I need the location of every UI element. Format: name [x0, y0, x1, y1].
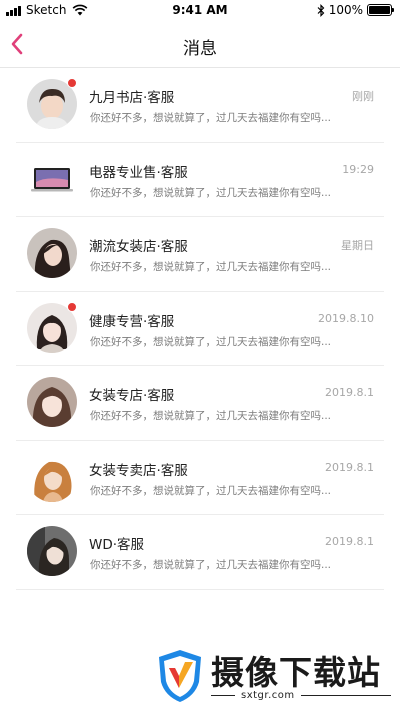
- nav-bar: 消息: [0, 22, 400, 68]
- page-title: 消息: [183, 39, 217, 59]
- contact-name: 女装专卖店·客服: [89, 462, 188, 479]
- battery-percent: 100%: [328, 3, 363, 17]
- contact-name: 女装专店·客服: [89, 388, 175, 404]
- contact-name: 电器专业售·客服: [89, 164, 188, 181]
- message-time: 2019.8.1: [325, 460, 374, 474]
- contact-name: 九月书店·客服: [89, 90, 175, 106]
- list-item[interactable]: WD·客服 2019.8.1 你还好不多，想说就算了，过几天去福建你有空吗...: [16, 515, 384, 590]
- message-time: 刚刚: [352, 90, 374, 103]
- avatar: [27, 228, 77, 278]
- avatar: [27, 377, 77, 427]
- list-item[interactable]: 女装专卖店·客服 2019.8.1 你还好不多，想说就算了，过几天去福建你有空吗…: [16, 441, 384, 515]
- list-item[interactable]: 电器专业售·客服 19:29 你还好不多，想说就算了，过几天去福建你有空吗...: [16, 143, 384, 217]
- contact-name: 健康专营·客服: [89, 313, 175, 330]
- list-item[interactable]: 潮流女装店·客服 星期日 你还好不多，想说就算了，过几天去福建你有空吗...: [16, 217, 384, 292]
- bluetooth-icon: [317, 3, 325, 17]
- unread-dot: [67, 78, 77, 88]
- unread-dot: [67, 301, 77, 312]
- contact-name: 潮流女装店·客服: [89, 239, 188, 255]
- message-time: 2019.8.10: [318, 311, 374, 325]
- message-preview: 你还好不多，想说就算了，过几天去福建你有空吗...: [90, 186, 332, 199]
- message-time: 19:29: [342, 162, 374, 176]
- watermark: 摄像下载站 sxtgr.com: [155, 646, 395, 706]
- status-right: 100%: [317, 3, 394, 17]
- battery-icon: [367, 4, 394, 16]
- list-item[interactable]: 女装专店·客服 2019.8.1 你还好不多，想说就算了，过几天去福建你有空吗.…: [16, 366, 384, 441]
- avatar: [27, 451, 77, 502]
- message-preview: 你还好不多，想说就算了，过几天去福建你有空吗...: [90, 261, 332, 273]
- avatar: [27, 153, 77, 204]
- watermark-text: 摄像下载站: [211, 653, 381, 692]
- message-preview: 你还好不多，想说就算了，过几天去福建你有空吗...: [90, 112, 332, 124]
- status-bar: Sketch 9:41 AM 100%: [0, 0, 400, 22]
- list-item[interactable]: 九月书店·客服 刚刚 你还好不多，想说就算了，过几天去福建你有空吗...: [16, 68, 384, 143]
- list-item[interactable]: 健康专营·客服 2019.8.10 你还好不多，想说就算了，过几天去福建你有空吗…: [16, 292, 384, 366]
- watermark-url: sxtgr.com: [235, 690, 301, 701]
- message-list: 九月书店·客服 刚刚 你还好不多，想说就算了，过几天去福建你有空吗... 电器专…: [0, 68, 400, 590]
- message-time: 2019.8.1: [325, 386, 374, 399]
- message-time: 2019.8.1: [325, 535, 374, 548]
- message-time: 星期日: [341, 239, 374, 252]
- message-preview: 你还好不多，想说就算了，过几天去福建你有空吗...: [90, 410, 332, 422]
- message-preview: 你还好不多，想说就算了，过几天去福建你有空吗...: [90, 484, 332, 497]
- contact-name: WD·客服: [89, 537, 145, 553]
- message-preview: 你还好不多，想说就算了，过几天去福建你有空吗...: [90, 559, 332, 571]
- message-preview: 你还好不多，想说就算了，过几天去福建你有空吗...: [90, 335, 332, 348]
- watermark-logo-icon: [159, 650, 201, 702]
- avatar: [27, 526, 77, 576]
